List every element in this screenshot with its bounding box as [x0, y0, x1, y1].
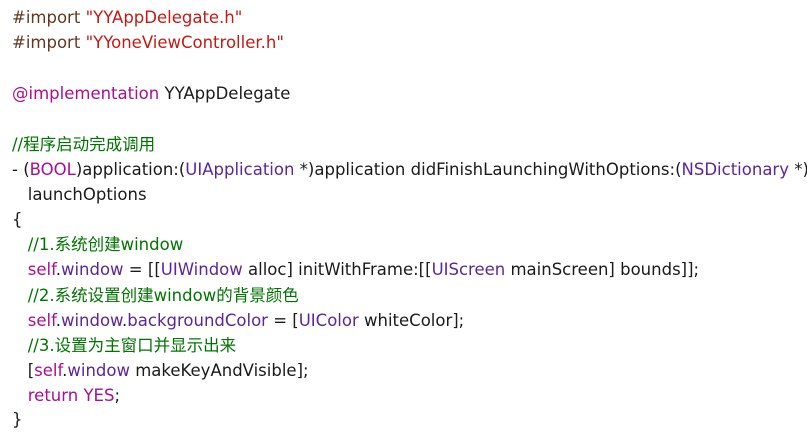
code-token: launchOptions — [12, 185, 147, 204]
code-token: } — [12, 410, 23, 429]
code-token: backgroundColor — [127, 311, 268, 330]
code-token: @implementation — [12, 84, 165, 103]
code-token: mainScreen] bounds]]; — [505, 260, 700, 279]
code-token: self — [27, 260, 56, 279]
code-token: whiteColor]; — [358, 311, 465, 330]
code-line[interactable]: //3.设置为主窗口并显示出来 — [12, 334, 236, 358]
code-token: self — [34, 361, 63, 380]
code-token: UIWindow — [160, 260, 243, 279]
code-token: UIColor — [298, 311, 359, 330]
code-line[interactable]: [self.window makeKeyAndVisible]; — [12, 359, 309, 383]
code-token: [ — [12, 361, 35, 380]
code-token: #import — [12, 8, 86, 27]
code-token: - ( — [12, 160, 30, 179]
code-token: = [ — [267, 311, 299, 330]
code-line[interactable]: self.window.backgroundColor = [UIColor w… — [12, 309, 465, 333]
code-line[interactable]: //1.系统创建window — [12, 233, 183, 257]
code-line[interactable]: #import "YYAppDelegate.h" — [12, 6, 242, 30]
code-token: alloc] initWithFrame:[[ — [242, 260, 432, 279]
code-token: //程序启动完成调用 — [12, 135, 156, 154]
code-token: = [[ — [123, 260, 161, 279]
code-token: return — [27, 386, 79, 405]
code-token: "YYoneViewController.h" — [85, 33, 284, 52]
code-line[interactable]: } — [12, 408, 23, 432]
code-token: self — [27, 311, 56, 330]
code-line[interactable]: //程序启动完成调用 — [12, 133, 155, 157]
code-line[interactable]: //2.系统设置创建window的背景颜色 — [12, 284, 299, 308]
code-token: YES — [83, 386, 115, 405]
code-token: *) — [788, 160, 807, 179]
code-line[interactable]: @implementation YYAppDelegate — [12, 82, 290, 106]
code-token: UIScreen — [431, 260, 506, 279]
code-token: UIApplication — [185, 160, 295, 179]
code-line[interactable]: #import "YYoneViewController.h" — [12, 31, 284, 55]
code-line[interactable]: self.window = [[UIWindow alloc] initWith… — [12, 258, 699, 282]
code-token: //1.系统创建window — [12, 235, 184, 254]
code-token: BOOL — [29, 160, 76, 179]
code-token: { — [12, 210, 23, 229]
code-token: *)application didFinishLaunchingWithOpti… — [294, 160, 682, 179]
code-token: YYAppDelegate — [164, 84, 291, 103]
code-line[interactable]: launchOptions — [12, 183, 147, 207]
code-editor[interactable]: #import "YYAppDelegate.h" #import "YYoneV… — [0, 0, 807, 434]
code-token: makeKeyAndVisible]; — [129, 361, 309, 380]
code-token: ; — [114, 386, 120, 405]
code-token: window — [67, 361, 130, 380]
code-token: window — [60, 260, 124, 279]
code-token: //3.设置为主窗口并显示出来 — [12, 336, 237, 355]
code-token: #import — [12, 33, 86, 52]
code-line[interactable]: - (BOOL)application:(UIApplication *)app… — [12, 158, 807, 182]
code-line[interactable]: return YES; — [12, 384, 120, 408]
code-token: )application:( — [75, 160, 186, 179]
code-token: "YYAppDelegate.h" — [85, 8, 243, 27]
code-line[interactable]: { — [12, 208, 23, 232]
code-token: window — [60, 311, 123, 330]
code-token: //2.系统设置创建window的背景颜色 — [12, 286, 299, 305]
code-token: NSDictionary — [681, 160, 789, 179]
